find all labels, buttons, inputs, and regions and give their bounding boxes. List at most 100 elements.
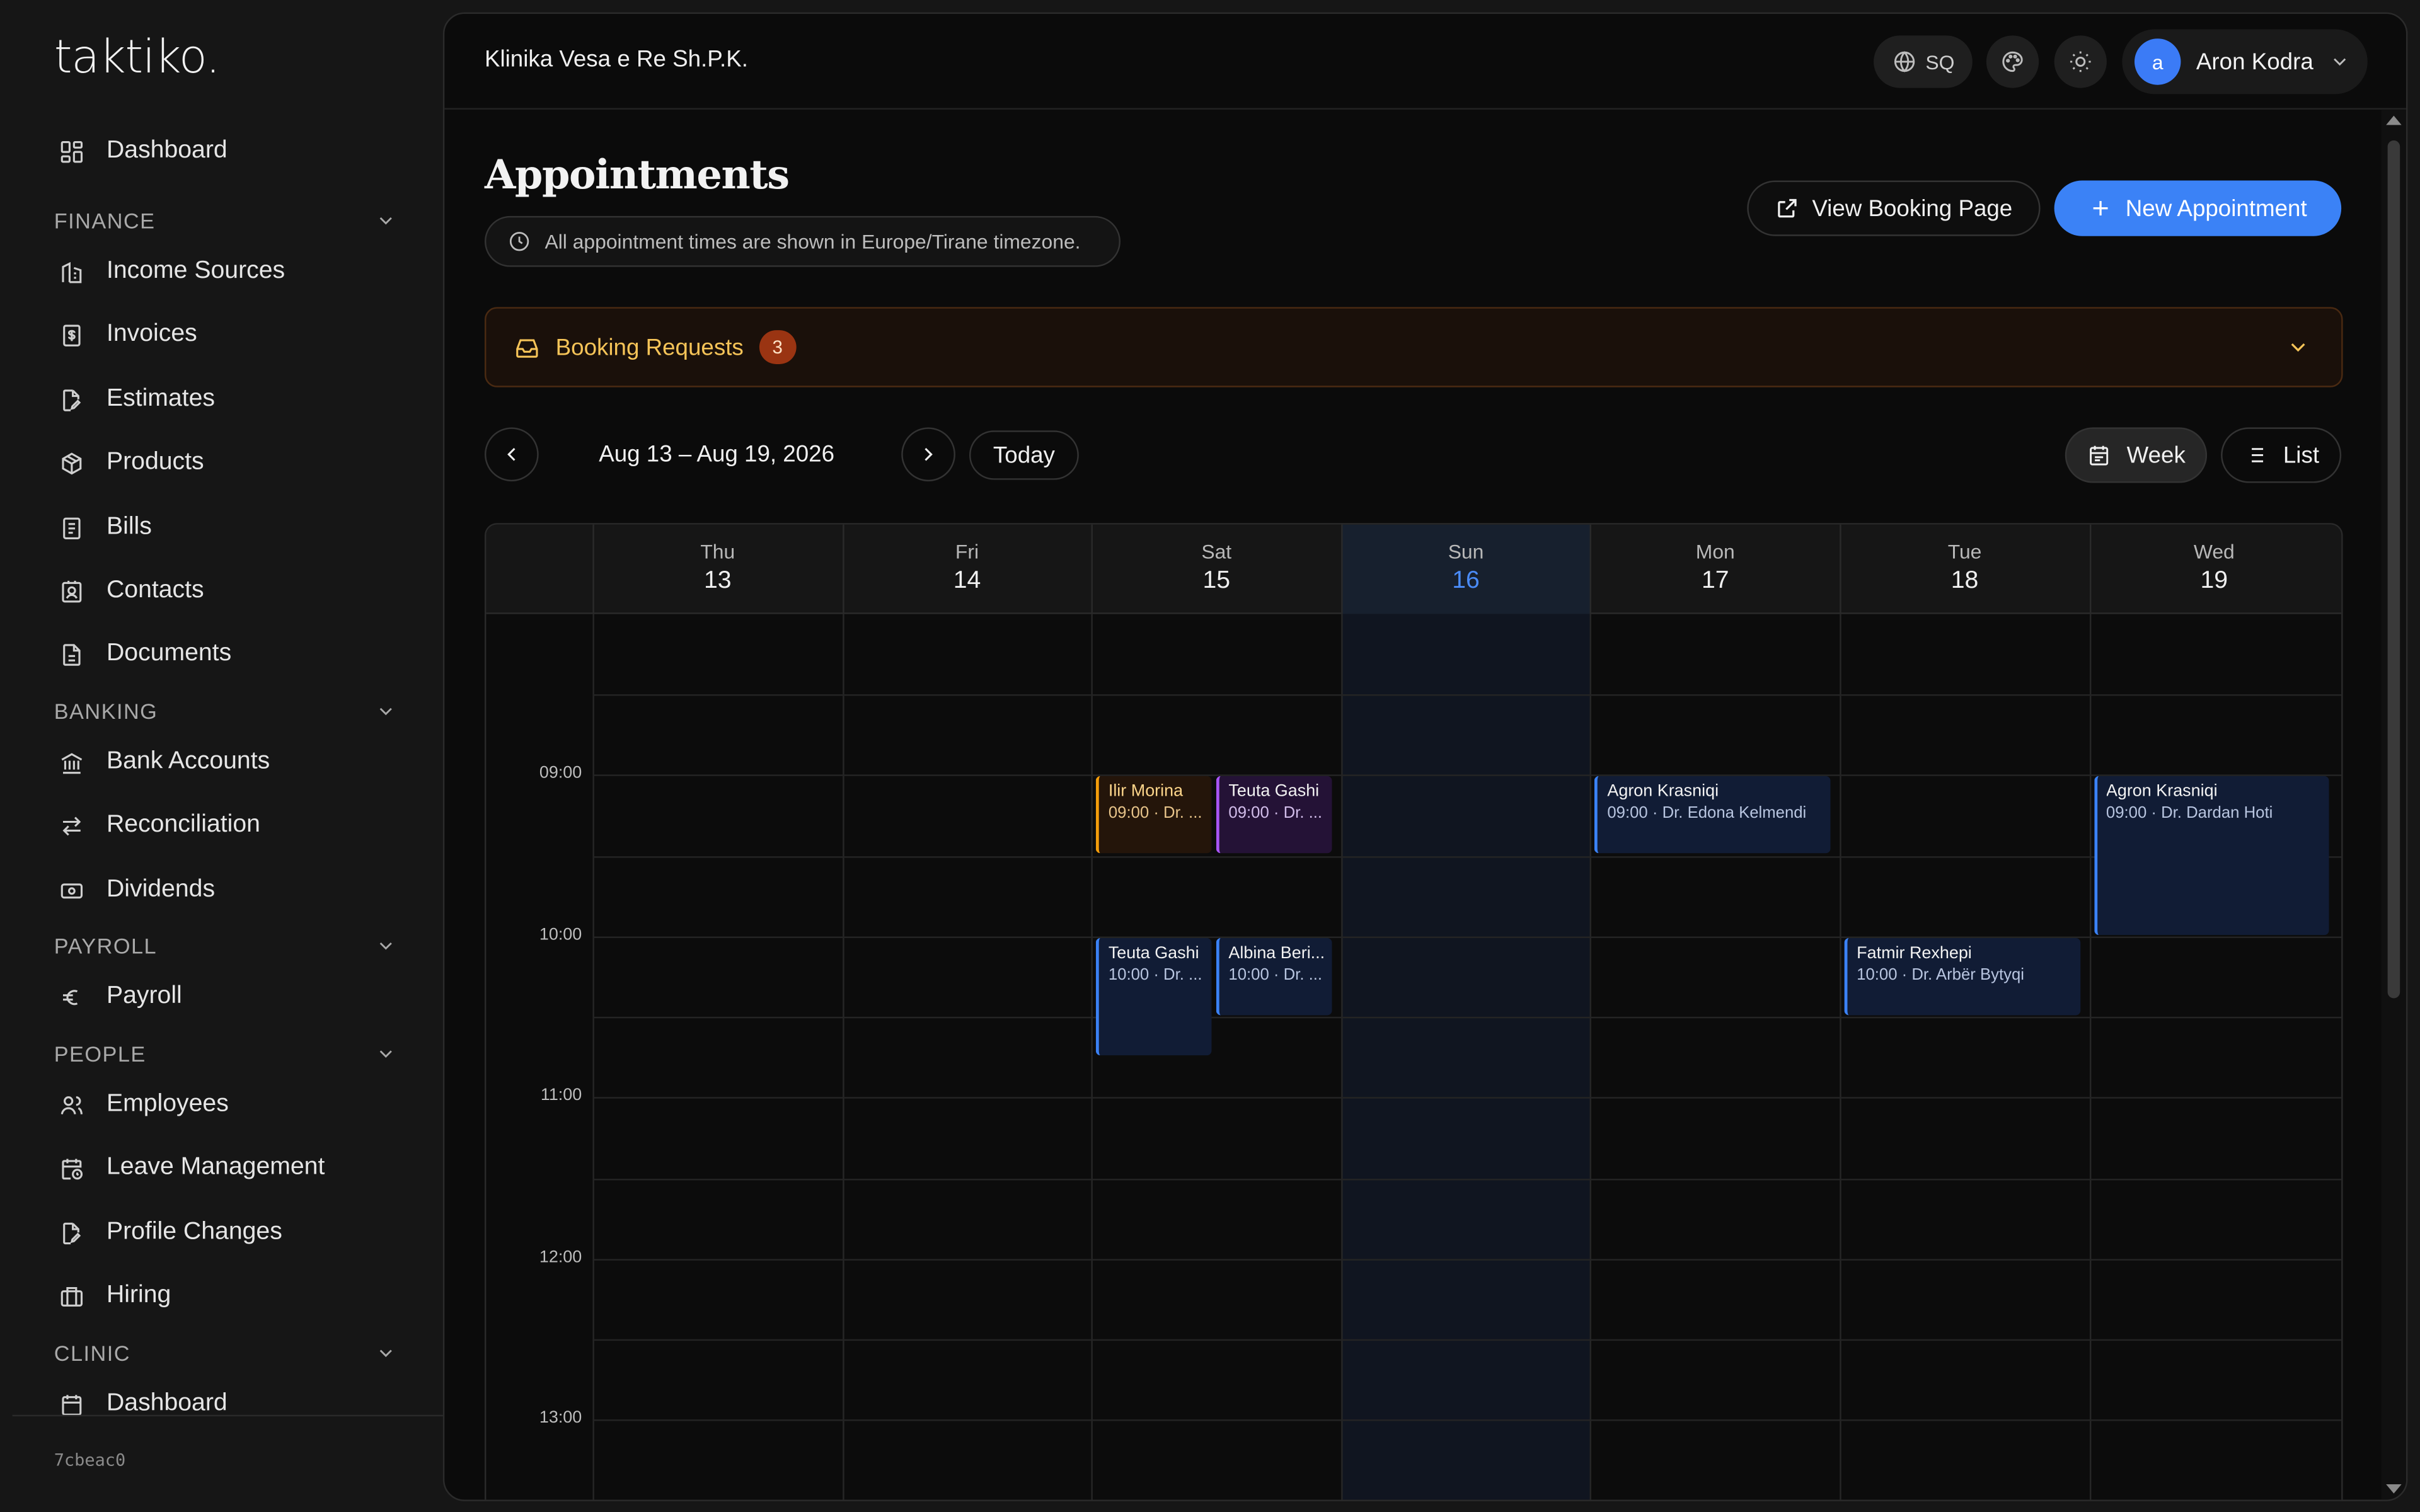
sidebar-item-bills[interactable]: Bills <box>46 503 417 552</box>
time-label: 12:00 <box>539 1247 582 1266</box>
calendar-icon <box>62 1394 82 1415</box>
list-view-button[interactable]: List <box>2221 427 2342 483</box>
day-column[interactable] <box>1590 614 1838 1500</box>
date-range: Aug 13 – Aug 19, 2026 <box>599 441 835 468</box>
prev-week-button[interactable] <box>484 427 539 482</box>
sidebar-item-contacts[interactable]: Contacts <box>46 566 417 616</box>
section-payroll[interactable]: PAYROLL <box>54 927 397 965</box>
next-week-button[interactable] <box>901 427 955 482</box>
appointment-event[interactable]: Teuta Gashi 10:00 · Dr. ... <box>1096 937 1212 1055</box>
sidebar-item-payroll[interactable]: Payroll <box>46 972 417 1021</box>
logo[interactable]: taktiko. <box>54 31 221 85</box>
time-label: 09:00 <box>539 764 582 782</box>
new-appointment-button[interactable]: New Appointment <box>2054 180 2342 236</box>
sidebar-item-income-sources[interactable]: Income Sources <box>46 247 417 296</box>
theme-toggle-button[interactable] <box>2054 35 2107 88</box>
day-column[interactable] <box>842 614 1090 1500</box>
sidebar-item-clinic-dashboard[interactable]: Dashboard <box>46 1379 417 1428</box>
sidebar-item-label: Invoices <box>106 321 197 348</box>
sidebar-item-dividends[interactable]: Dividends <box>46 866 417 915</box>
scrollbar[interactable] <box>2381 109 2406 1500</box>
hour-gridline <box>592 1419 2342 1422</box>
appointment-event[interactable]: Agron Krasniqi 09:00 · Dr. Dardan Hoti <box>2094 776 2329 934</box>
day-column[interactable] <box>1840 614 2088 1500</box>
sidebar-item-employees[interactable]: Employees <box>46 1080 417 1129</box>
day-header[interactable]: Mon 17 <box>1590 524 1838 614</box>
section-banking[interactable]: BANKING <box>54 693 397 730</box>
chevron-down-icon <box>379 1050 392 1058</box>
section-finance[interactable]: FINANCE <box>54 202 397 239</box>
sidebar-item-dashboard[interactable]: Dashboard <box>46 127 417 176</box>
section-clinic[interactable]: CLINIC <box>54 1334 397 1372</box>
sidebar-item-reconciliation[interactable]: Reconciliation <box>46 801 417 850</box>
sidebar-item-label: Dashboard <box>106 1390 228 1417</box>
day-date: 18 <box>1950 568 1979 594</box>
day-header[interactable]: Wed 19 <box>2089 524 2337 614</box>
day-name: Sat <box>1201 540 1232 563</box>
timezone-notice: All appointment times are shown in Europ… <box>484 215 1121 267</box>
language-switcher[interactable]: SQ <box>1874 35 1973 88</box>
day-header[interactable]: Sat 15 <box>1091 524 1340 614</box>
page-title: Appointments <box>484 152 790 199</box>
appointment-patient: Teuta Gashi <box>1228 782 1320 801</box>
sidebar-item-products[interactable]: Products <box>46 438 417 488</box>
week-view-button[interactable]: Week <box>2065 427 2208 483</box>
scroll-down-arrow[interactable] <box>2386 1484 2402 1494</box>
appointment-event[interactable]: Ilir Morina 09:00 · Dr. ... <box>1096 776 1212 854</box>
appointment-event[interactable]: Teuta Gashi 09:00 · Dr. ... <box>1216 776 1332 854</box>
package-icon <box>62 452 82 474</box>
chevron-right-icon <box>925 447 933 461</box>
sidebar-item-label: Dividends <box>106 876 216 903</box>
booking-requests-panel[interactable]: Booking Requests 3 <box>484 307 2343 387</box>
appointment-detail: 09:00 · Dr. Dardan Hoti <box>2106 803 2273 823</box>
sidebar-item-leave-management[interactable]: Leave Management <box>46 1143 417 1193</box>
language-label: SQ <box>1925 50 1955 74</box>
day-header[interactable]: Fri 14 <box>842 524 1090 614</box>
day-column[interactable] <box>2089 614 2337 1500</box>
appointment-event[interactable]: Agron Krasniqi 09:00 · Dr. Edona Kelmendi <box>1594 776 1831 854</box>
sidebar-divider <box>12 1414 443 1417</box>
day-date: 19 <box>2200 568 2228 594</box>
sidebar-item-hiring[interactable]: Hiring <box>46 1271 417 1320</box>
hour-gridline <box>592 1097 2342 1099</box>
sidebar-item-documents[interactable]: Documents <box>46 629 417 679</box>
user-menu[interactable]: a Aron Kodra <box>2122 29 2368 94</box>
chevron-down-icon <box>2291 343 2305 352</box>
sidebar-item-bank-accounts[interactable]: Bank Accounts <box>46 738 417 787</box>
scroll-up-arrow[interactable] <box>2386 115 2402 125</box>
day-header[interactable]: Sun 16 <box>1340 524 1589 614</box>
calendar-header: Thu 13 Fri 14 Sat 15 Sun 16 Mon 17 Tue 18 Wed 19 <box>486 524 2342 614</box>
day-column[interactable] <box>592 614 841 1500</box>
section-people[interactable]: PEOPLE <box>54 1035 397 1072</box>
appointment-detail: 10:00 · Dr. ... <box>1108 965 1202 984</box>
week-calendar: Thu 13 Fri 14 Sat 15 Sun 16 Mon 17 Tue 18 Wed 19 09:0… <box>484 523 2343 1500</box>
sidebar-item-invoices[interactable]: Invoices <box>46 310 417 359</box>
day-date: 16 <box>1452 568 1480 594</box>
today-button[interactable]: Today <box>969 430 1079 480</box>
day-column[interactable] <box>1340 614 1589 1500</box>
clock-icon <box>509 232 529 251</box>
chevron-down-icon <box>379 1349 392 1358</box>
scrollbar-thumb[interactable] <box>2387 140 2400 999</box>
day-column[interactable] <box>1091 614 1340 1500</box>
palette-icon <box>2002 51 2023 72</box>
appointment-patient: Fatmir Rexhepi <box>1857 943 1972 962</box>
external-link-icon <box>1778 198 1797 218</box>
hour-gridline <box>592 1177 2342 1180</box>
day-header[interactable]: Tue 18 <box>1840 524 2088 614</box>
view-booking-page-button[interactable]: View Booking Page <box>1747 180 2041 236</box>
hour-gridline <box>592 775 2342 777</box>
sidebar-item-estimates[interactable]: Estimates <box>46 375 417 424</box>
hour-gridline <box>592 1339 2342 1341</box>
theme-palette-button[interactable] <box>1986 35 2039 88</box>
sidebar-item-label: Leave Management <box>106 1154 325 1181</box>
appointment-event[interactable]: Albina Beri... 10:00 · Dr. ... <box>1216 937 1332 1015</box>
appointment-event[interactable]: Fatmir Rexhepi 10:00 · Dr. Arbër Bytyqi <box>1844 937 2080 1015</box>
sidebar-item-profile-changes[interactable]: Profile Changes <box>46 1208 417 1257</box>
calendar-clock-icon <box>62 1158 83 1179</box>
user-name: Aron Kodra <box>2196 49 2313 75</box>
week-view-label: Week <box>2126 442 2186 469</box>
organization-name[interactable]: Klinika Vesa e Re Sh.P.K. <box>485 46 748 72</box>
day-header[interactable]: Thu 13 <box>592 524 841 614</box>
appointment-detail: 09:00 · Dr. Edona Kelmendi <box>1607 803 1807 823</box>
